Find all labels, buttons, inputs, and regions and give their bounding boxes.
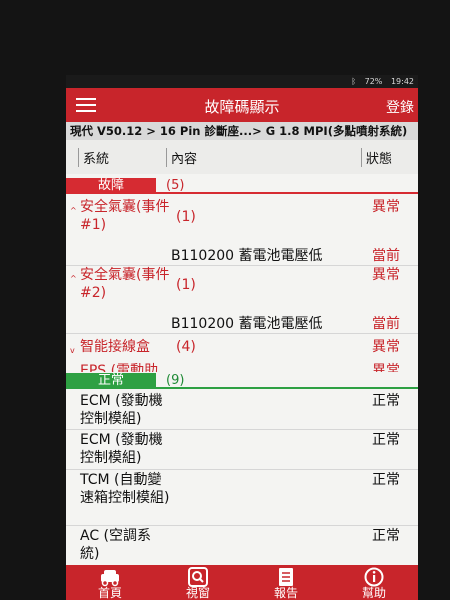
ok-system-name: ECM (發動機控制模組): [80, 432, 163, 466]
fault-count: (1): [176, 277, 196, 293]
fault-group-count: (5): [166, 178, 185, 193]
report-icon: [279, 568, 293, 586]
fault-code-status: 當前: [372, 316, 400, 332]
fault-system-name: 安全氣囊(事件 #2): [80, 267, 170, 301]
fault-row[interactable]: EPS (電動助 異常: [66, 362, 418, 372]
ok-system-name: TCM (自動變速箱控制模組): [80, 472, 170, 506]
nav-view[interactable]: 視窗: [154, 565, 242, 600]
fault-code: B110200 蓄電池電壓低: [171, 248, 323, 264]
nav-report-label: 報告: [273, 586, 298, 600]
ok-system-name: ECM (發動機控制模組): [80, 393, 163, 427]
ok-group-label: 正常: [66, 373, 156, 388]
fault-status: 異常: [372, 267, 400, 283]
status-bar: ᛒ 72% 19:42: [66, 75, 418, 88]
page-title: 故障碼顯示: [204, 98, 280, 116]
ok-status: 正常: [372, 528, 400, 544]
app-screen: ᛒ 72% 19:42 故障碼顯示 登錄 現代 V50.12 > 16 Pin …: [66, 75, 418, 600]
fault-code-status: 當前: [372, 248, 400, 264]
battery-level: 72%: [364, 77, 383, 86]
bluetooth-icon: ᛒ: [351, 77, 357, 86]
row-divider: [66, 525, 418, 526]
ok-system-name: AC (空調系統): [80, 528, 152, 562]
login-button[interactable]: 登錄: [386, 97, 414, 117]
fault-status: 異常: [372, 199, 400, 215]
clock: 19:42: [390, 77, 414, 86]
fault-group-line: [66, 192, 418, 194]
info-icon: [364, 567, 384, 587]
ok-status: 正常: [372, 393, 400, 409]
ok-group-line: [66, 387, 418, 389]
column-header: 系統 內容 狀態: [66, 140, 418, 174]
fault-status: 異常: [372, 363, 400, 372]
row-divider: [66, 333, 418, 334]
nav-report[interactable]: 報告: [242, 565, 330, 600]
fault-group-header[interactable]: 故障 (5): [66, 178, 418, 196]
ok-group-header[interactable]: 正常 (9): [66, 373, 418, 391]
car-icon: [101, 570, 119, 587]
column-status: 狀態: [361, 148, 392, 167]
app-bar: 故障碼顯示 登錄: [66, 88, 418, 122]
column-content: 內容: [166, 148, 197, 167]
fault-system-name: 安全氣囊(事件 #1): [80, 199, 170, 233]
ok-status: 正常: [372, 472, 400, 488]
ok-status: 正常: [372, 432, 400, 448]
fault-system-name: EPS (電動助: [80, 363, 159, 372]
ok-group-count: (9): [166, 373, 185, 388]
fault-count: (4): [176, 339, 196, 355]
bottom-nav: 首頁 視窗 報告 幫助: [66, 565, 418, 600]
breadcrumb: 現代 V50.12 > 16 Pin 診斷座...> G 1.8 MPI(多點噴…: [66, 122, 418, 140]
row-divider: [66, 429, 418, 430]
nav-help[interactable]: 幫助: [330, 565, 418, 600]
column-system: 系統: [78, 148, 109, 167]
fault-group-label: 故障: [66, 178, 156, 193]
fault-code: B110200 蓄電池電壓低: [171, 316, 323, 332]
collapse-arrow-icon: ^: [70, 274, 77, 283]
fault-system-name: 智能接線盒: [80, 339, 150, 355]
collapse-arrow-icon: ^: [70, 206, 77, 215]
nav-view-label: 視窗: [185, 586, 210, 600]
row-divider: [66, 469, 418, 470]
search-icon: [188, 567, 208, 587]
nav-home-label: 首頁: [97, 586, 122, 600]
fault-count: (1): [176, 209, 196, 225]
nav-help-label: 幫助: [361, 586, 386, 600]
fault-status: 異常: [372, 339, 400, 355]
nav-home[interactable]: 首頁: [66, 565, 154, 600]
expand-arrow-icon: v: [70, 346, 75, 355]
